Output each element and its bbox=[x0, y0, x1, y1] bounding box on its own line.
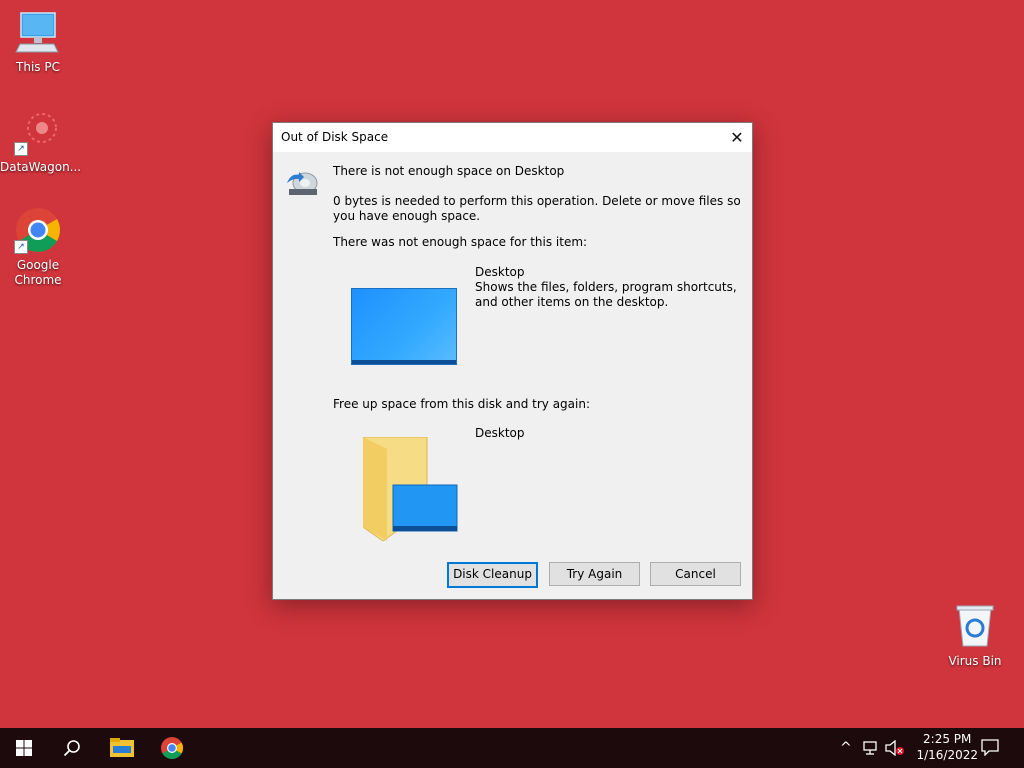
desktop-icon-label: Virus Bin bbox=[948, 654, 1002, 668]
free-space-label: Free up space from this disk and try aga… bbox=[333, 397, 591, 411]
cancel-button[interactable]: Cancel bbox=[650, 562, 741, 586]
folder-icon bbox=[110, 738, 134, 757]
dialog-titlebar[interactable]: Out of Disk Space ✕ bbox=[273, 123, 752, 152]
search-button[interactable] bbox=[48, 728, 96, 768]
item-name: Desktop bbox=[475, 265, 525, 279]
desktop-icon-label: Google Chrome bbox=[14, 258, 62, 287]
network-icon[interactable] bbox=[862, 740, 878, 756]
disk-drive-icon bbox=[283, 163, 319, 199]
disk-name: Desktop bbox=[475, 426, 525, 440]
notification-icon bbox=[981, 739, 999, 757]
item-description: Shows the files, folders, program shortc… bbox=[475, 280, 737, 309]
desktop-folder-icon bbox=[362, 436, 459, 542]
computer-icon bbox=[14, 8, 62, 56]
desktop-icon-this-pc[interactable]: This PC bbox=[0, 8, 76, 75]
clock-date: 1/16/2022 bbox=[916, 748, 978, 762]
datawagon-app-icon: ↗ bbox=[14, 108, 62, 156]
desktop-icon-label: This PC bbox=[16, 60, 60, 74]
start-button[interactable] bbox=[0, 728, 48, 768]
recycle-bin-icon bbox=[951, 602, 999, 650]
tray-overflow-chevron-icon[interactable]: ^ bbox=[840, 740, 852, 756]
shortcut-arrow-icon: ↗ bbox=[14, 240, 28, 254]
out-of-disk-space-dialog: Out of Disk Space ✕ There is not enough … bbox=[272, 122, 753, 600]
chrome-icon bbox=[161, 737, 183, 759]
chrome-icon: ↗ bbox=[14, 206, 62, 254]
dialog-title: Out of Disk Space bbox=[281, 130, 389, 144]
desktop-icon-label: DataWagon... bbox=[0, 160, 82, 174]
disk-cleanup-button[interactable]: Disk Cleanup bbox=[447, 562, 538, 588]
desktop-screen-icon bbox=[351, 288, 457, 365]
try-again-button[interactable]: Try Again bbox=[549, 562, 640, 586]
search-icon bbox=[63, 740, 80, 757]
system-clock[interactable]: 2:25 PM 1/16/2022 bbox=[916, 731, 978, 763]
windows-logo-icon bbox=[16, 740, 32, 756]
dialog-message: 0 bytes is needed to perform this operat… bbox=[333, 194, 741, 223]
taskbar: ^ 2:25 PM 1/16/2022 bbox=[0, 728, 1024, 768]
action-center-button[interactable] bbox=[980, 738, 1002, 758]
volume-muted-icon[interactable] bbox=[885, 739, 905, 757]
close-button[interactable]: ✕ bbox=[722, 123, 752, 152]
dialog-heading: There is not enough space on Desktop bbox=[333, 164, 565, 178]
shortcut-arrow-icon: ↗ bbox=[14, 142, 28, 156]
desktop-icon-virus-bin[interactable]: Virus Bin bbox=[937, 602, 1013, 669]
desktop-icon-google-chrome[interactable]: ↗ Google Chrome bbox=[0, 206, 76, 288]
taskbar-file-explorer[interactable] bbox=[98, 728, 146, 768]
item-label: There was not enough space for this item… bbox=[333, 235, 588, 249]
desktop-icon-datawagon[interactable]: ↗ DataWagon... bbox=[0, 108, 82, 175]
taskbar-google-chrome[interactable] bbox=[148, 728, 196, 768]
clock-time: 2:25 PM bbox=[923, 732, 972, 746]
